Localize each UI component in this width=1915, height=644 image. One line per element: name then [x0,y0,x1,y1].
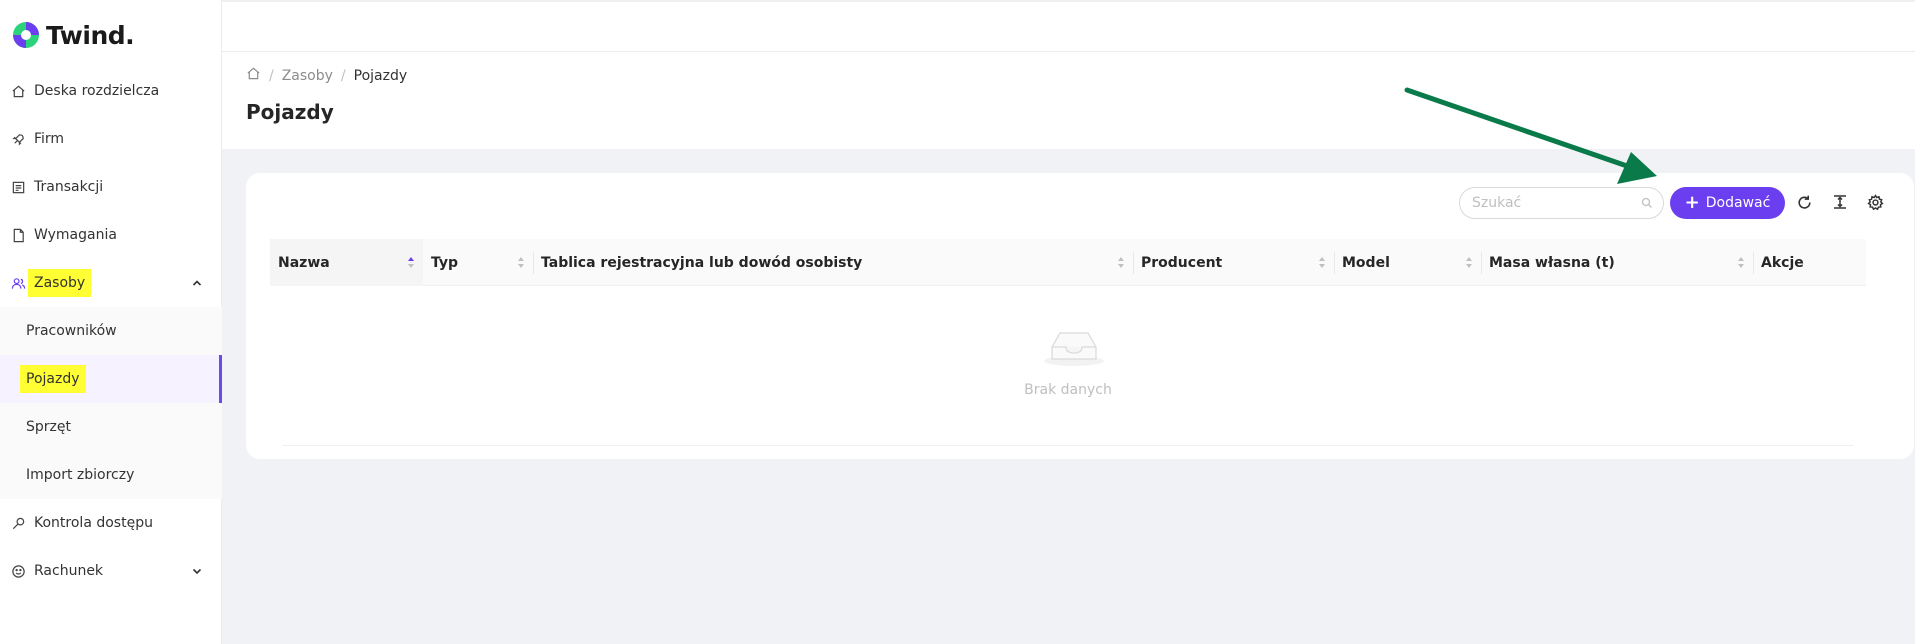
sort-icon [407,256,415,269]
sidebar-subitem-employees[interactable]: Pracowników [0,307,222,355]
empty-state-text: Brak danych [1024,382,1112,398]
search-input[interactable]: Szukać [1459,187,1664,219]
sidebar-item-requirements[interactable]: Wymagania [0,211,222,259]
column-header-label: Masa własna (t) [1489,254,1615,271]
sidebar-item-label: Wymagania [34,227,117,243]
column-header-label: Akcje [1761,254,1804,271]
settings-gear-icon[interactable] [1866,193,1884,211]
column-header-label: Typ [431,254,459,271]
column-header-label: Producent [1141,254,1223,271]
sidebar-subitem-label: Pracowników [26,323,117,339]
smile-icon [10,563,26,579]
sidebar-item-account[interactable]: Rachunek [0,547,222,595]
sidebar-item-resources[interactable]: Zasoby [0,259,222,307]
file-icon [10,227,26,243]
sidebar-item-label: Transakcji [34,179,104,195]
main-content: Szukać + Dodawać Nazwa Typ Tablica rejes… [222,149,1915,644]
table-card: Szukać + Dodawać Nazwa Typ Tablica rejes… [246,173,1914,459]
sidebar-subitem-equipment[interactable]: Sprzęt [0,403,222,451]
column-header-actions: Akcje [1753,239,1866,286]
sort-icon [1117,256,1125,269]
breadcrumb-separator: / [340,67,346,84]
chevron-up-icon[interactable] [190,276,204,290]
table-header: Nazwa Typ Tablica rejestracyjna lub dowó… [270,239,1866,286]
breadcrumb-item[interactable]: Zasoby [282,68,333,84]
column-header-name[interactable]: Nazwa [270,239,423,286]
column-header-curb-weight[interactable]: Masa własna (t) [1481,239,1753,286]
sidebar-item-transactions[interactable]: Transakcji [0,163,222,211]
sidebar-subitem-label: Pojazdy [20,365,86,393]
column-header-type[interactable]: Typ [423,239,533,286]
sort-icon [1318,256,1326,269]
table-divider [282,445,1854,446]
add-button-label: Dodawać [1705,195,1771,211]
empty-inbox-icon [1042,325,1106,367]
sidebar-item-dashboard[interactable]: Deska rozdzielcza [0,67,222,115]
column-header-label: Model [1342,254,1390,271]
sidebar-submenu: Pracowników Pojazdy Sprzęt Import zbiorc… [0,307,222,499]
sidebar-item-label: Kontrola dostępu [34,515,153,531]
rocket-icon [10,131,26,147]
sidebar-subitem-label: Import zbiorczy [26,467,135,483]
column-header-label: Tablica rejestracyjna lub dowód osobisty [541,254,863,271]
receipt-icon [10,179,26,195]
column-header-model[interactable]: Model [1334,239,1481,286]
sidebar-item-label: Deska rozdzielcza [34,83,160,99]
chevron-down-icon[interactable] [190,564,204,578]
empty-state: Brak danych [270,286,1866,445]
annotation-arrow-icon [1404,87,1657,184]
column-header-label: Nazwa [278,254,330,271]
refresh-icon[interactable] [1795,193,1813,211]
vehicles-table: Nazwa Typ Tablica rejestracyjna lub dowó… [270,239,1866,446]
home-icon [10,83,26,99]
search-placeholder: Szukać [1472,195,1522,211]
sidebar-subitem-bulk-import[interactable]: Import zbiorczy [0,451,222,499]
add-button[interactable]: + Dodawać [1670,187,1785,219]
logo-icon [11,20,41,50]
key-icon [10,515,26,531]
sidebar-item-firm[interactable]: Firm [0,115,222,163]
sort-icon [517,256,525,269]
plus-icon: + [1684,192,1700,213]
users-icon [10,275,26,291]
app-logo[interactable]: Twind. [11,19,135,51]
top-header [222,0,1915,52]
column-header-plate[interactable]: Tablica rejestracyjna lub dowód osobisty [533,239,1133,286]
breadcrumb: / Zasoby / Pojazdy [246,66,407,85]
column-header-producer[interactable]: Producent [1133,239,1334,286]
sidebar-subitem-vehicles[interactable]: Pojazdy [0,355,222,403]
sidebar-item-access-control[interactable]: Kontrola dostępu [0,499,222,547]
sort-icon [1737,256,1745,269]
home-icon[interactable] [246,66,261,85]
search-icon [1641,197,1653,209]
sidebar-item-label: Firm [34,131,65,147]
sidebar-item-label: Zasoby [28,269,92,297]
column-height-icon[interactable] [1831,193,1849,211]
sort-icon [1465,256,1473,269]
page-title: Pojazdy [246,100,334,124]
sidebar-subitem-label: Sprzęt [26,419,71,435]
breadcrumb-separator: / [269,67,274,84]
breadcrumb-current: Pojazdy [353,67,408,84]
sidebar: Twind. Deska rozdzielcza Firm Transakcji… [0,0,222,644]
app-name: Twind. [46,20,135,50]
sidebar-item-label: Rachunek [34,563,104,579]
